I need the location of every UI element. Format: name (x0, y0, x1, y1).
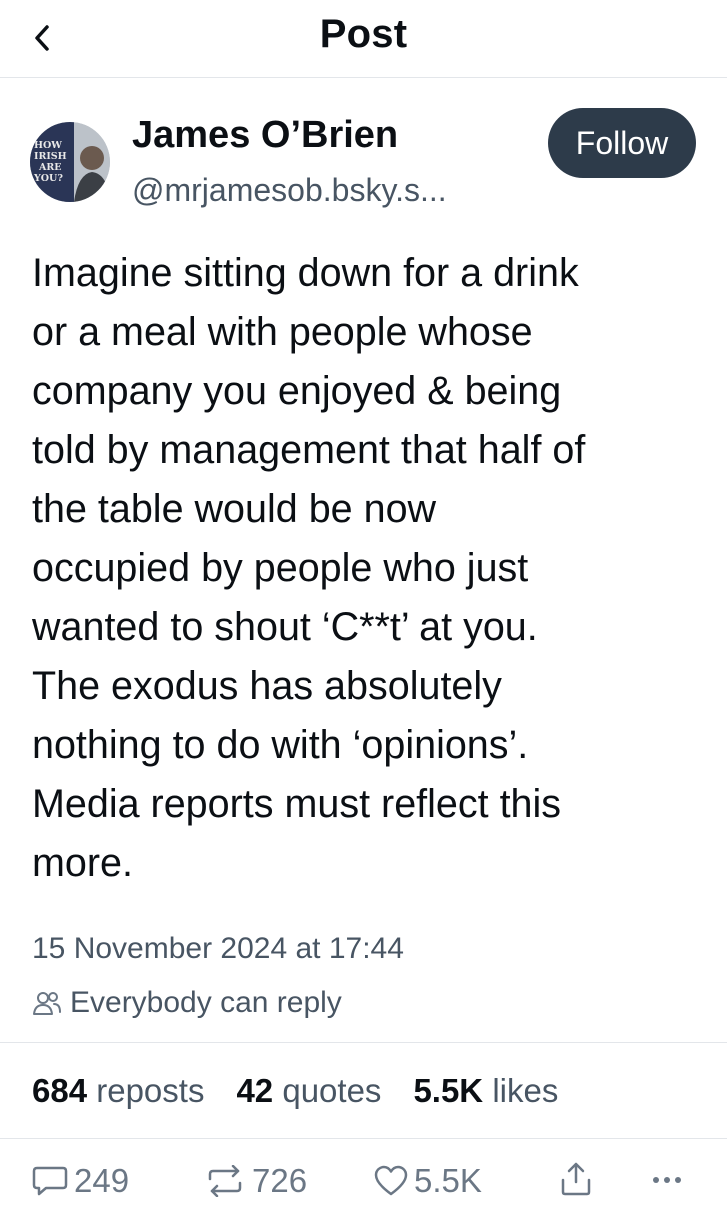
avatar-text-line-2: IRISH (34, 151, 67, 162)
avatar-image: HOW IRISH ARE YOU? (30, 122, 110, 202)
quotes-stat[interactable]: 42 quotes (236, 1072, 381, 1110)
likes-stat[interactable]: 5.5K likes (413, 1072, 558, 1110)
post-text: Imagine sitting down for a drink or a me… (32, 251, 586, 885)
reply-button[interactable]: 249 (32, 1162, 129, 1200)
people-icon (33, 992, 61, 1015)
quotes-count: 42 (236, 1072, 274, 1109)
author-name[interactable]: James O’Brien (132, 114, 398, 157)
reply-setting[interactable]: Everybody can reply (32, 986, 342, 1020)
divider (0, 1042, 727, 1043)
reply-count: 249 (74, 1162, 130, 1199)
avatar-text-line-1: HOW (34, 140, 62, 151)
top-bar: Post (0, 0, 727, 78)
reposts-count: 684 (32, 1072, 88, 1109)
avatar-text-line-4: YOU? (33, 173, 63, 184)
repost-arrows-icon (208, 1165, 242, 1197)
likes-count: 5.5K (413, 1072, 484, 1109)
speech-bubble-icon (32, 1166, 68, 1196)
post-timestamp: 15 November 2024 at 17:44 (32, 932, 404, 965)
likes-label: likes (492, 1072, 559, 1109)
reply-setting-label: Everybody can reply (70, 986, 342, 1019)
follow-button[interactable]: Follow (548, 108, 696, 178)
share-button[interactable] (560, 1162, 598, 1196)
action-bar: 249 726 5.5K (32, 1162, 712, 1212)
avatar[interactable]: HOW IRISH ARE YOU? (30, 122, 110, 202)
page-title: Post (319, 12, 408, 56)
like-count: 5.5K (414, 1162, 482, 1199)
reposts-stat[interactable]: 684 reposts (32, 1072, 204, 1110)
reposts-label: reposts (96, 1072, 205, 1109)
share-icon (561, 1162, 591, 1196)
avatar-text-line-3: ARE (38, 162, 62, 173)
repost-button[interactable]: 726 (204, 1162, 307, 1200)
like-button[interactable]: 5.5K (374, 1162, 482, 1200)
author-handle[interactable]: @mrjamesob.bsky.s... (132, 172, 447, 209)
post-stats: 684 reposts 42 quotes 5.5K likes (32, 1072, 590, 1110)
heart-icon (374, 1165, 408, 1196)
repost-count: 726 (252, 1162, 308, 1199)
divider (0, 1138, 727, 1139)
quotes-label: quotes (282, 1072, 382, 1109)
more-options-button[interactable] (650, 1162, 690, 1194)
ellipsis-icon (653, 1177, 681, 1183)
